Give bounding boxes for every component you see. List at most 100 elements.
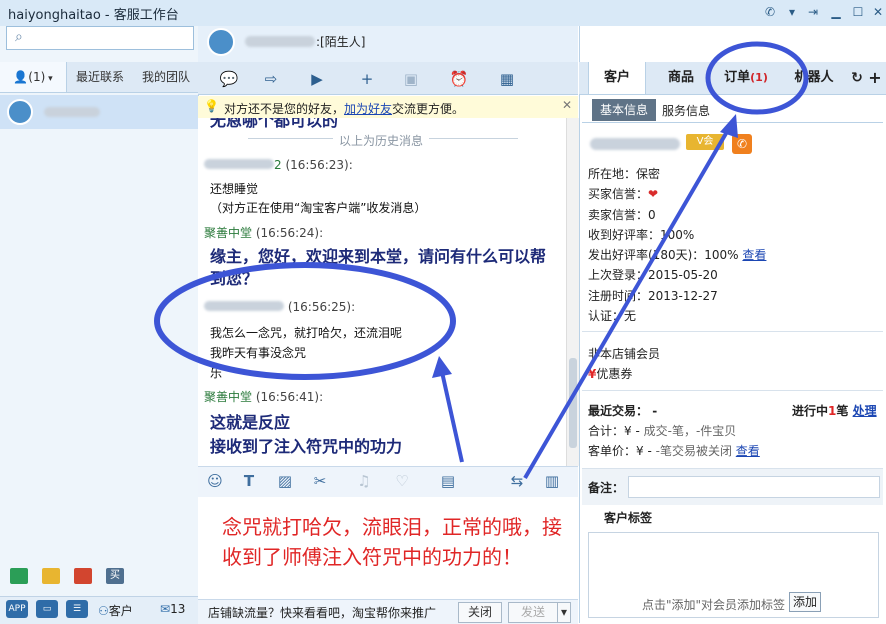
chat-history: 无恩哪个都可以的 以上为历史消息 2 (16:56:23): 还想睡觉 （对方正… <box>198 118 566 466</box>
image-icon[interactable]: ▨ <box>273 470 297 492</box>
customer-button[interactable]: ⚇客户 <box>98 602 133 619</box>
add-icon[interactable]: + <box>868 62 882 94</box>
recent-trade: 最近交易： - <box>588 404 658 418</box>
coupon[interactable]: ¥优惠券 <box>588 365 632 382</box>
tab-orders[interactable]: 订单(1) <box>718 62 774 94</box>
remark-label: 备注： <box>588 481 625 495</box>
phone-icon[interactable]: ✆ <box>732 134 752 154</box>
close-button[interactable]: 关闭 <box>458 602 502 623</box>
chat-avatar[interactable] <box>207 28 235 56</box>
order-badge: (1) <box>750 71 768 84</box>
scroll-thumb[interactable] <box>569 358 577 448</box>
tab-basic-info[interactable]: 基本信息 <box>592 99 656 121</box>
maximize-icon[interactable]: ☐ <box>848 3 868 21</box>
refresh-icon[interactable]: ↻ <box>850 62 864 94</box>
member-status: 非本店铺会员 <box>588 347 661 361</box>
app-icon[interactable]: APP <box>6 600 28 618</box>
info-seller-credit: 卖家信誉：0 <box>588 208 656 222</box>
screen-share-icon[interactable]: ▣ <box>396 68 426 90</box>
tab-robot[interactable]: 机器人 <box>785 62 843 94</box>
sender-name-redacted <box>204 301 284 311</box>
tags-hint: 点击"添加"对会员添加标签 <box>642 598 786 612</box>
chat-bubble-icon[interactable]: 💬 <box>214 68 244 90</box>
sender-line: 2 (16:56:23): <box>204 158 353 172</box>
message-line: 到您？ <box>210 269 259 288</box>
bell-icon[interactable]: ♫ <box>352 470 376 492</box>
calendar-add-icon[interactable]: ▦ <box>492 68 522 90</box>
info-location: 所在地：保密 <box>588 167 661 181</box>
quick-reply-icon[interactable]: ⇆ <box>505 470 529 492</box>
trade-status: 进行中1笔 处理 <box>792 404 877 418</box>
avatar <box>7 99 33 125</box>
promo-text[interactable]: 店铺缺流量？快来看看吧，淘宝帮你来推广 <box>208 604 436 621</box>
partial-message: 无恩哪个都可以的 <box>210 118 339 130</box>
message-line: 接收到了注入符咒中的功力 <box>210 437 403 456</box>
chat-name-redacted <box>245 36 315 47</box>
tags-label: 客户标签 <box>604 511 653 525</box>
heart-icon: ❤ <box>648 187 659 201</box>
vip-badge: V会 <box>686 134 724 150</box>
customer-name-redacted <box>590 138 680 150</box>
send-options-icon[interactable]: ▾ <box>557 602 571 623</box>
minimize-icon[interactable]: ▁ <box>826 3 846 21</box>
tab-service-info[interactable]: 服务信息 <box>662 102 710 119</box>
trade-total: 合计：¥ - 成交-笔，-件宝贝 <box>588 424 737 438</box>
tab-recent[interactable]: 最近联系 <box>68 62 132 92</box>
phone-icon[interactable]: ✆ <box>760 3 780 21</box>
process-link[interactable]: 处理 <box>853 404 877 418</box>
info-verification: 认证：无 <box>588 309 637 323</box>
messages-button[interactable]: ✉13 <box>160 602 185 616</box>
info-register-time: 注册时间：2013-12-27 <box>588 289 718 303</box>
remark-input[interactable] <box>628 476 880 498</box>
folder-icon[interactable] <box>42 568 60 584</box>
user-icon: 👤 <box>13 70 29 84</box>
calculator-icon[interactable]: ▤ <box>436 470 460 492</box>
window-title: haiyonghaitao - 客服工作台 <box>8 8 179 23</box>
close-icon[interactable]: ✕ <box>868 3 886 21</box>
search-input[interactable]: ⌕ <box>6 26 194 50</box>
send-button[interactable]: 发送 <box>508 602 558 623</box>
message-line: 我怎么一念咒，就打哈欠，还流泪呢 <box>210 326 403 340</box>
message-line: 这就是反应 <box>210 413 291 432</box>
transfer-icon[interactable]: ⇨ <box>256 68 286 90</box>
sender-line: (16:56:25): <box>204 300 355 314</box>
annotation-text: 念咒就打哈欠，流眼泪，正常的哦，接收到了师傅注入符咒中的功力的！ <box>222 515 562 569</box>
stranger-tag: :[陌生人] <box>316 35 366 49</box>
info-buyer-credit: 买家信誉：❤ <box>588 187 659 201</box>
add-tag-button[interactable]: 添加 <box>789 592 821 612</box>
tab-team[interactable]: 我的团队 <box>134 62 198 92</box>
info-received-rate: 收到好评率：100% <box>588 228 695 242</box>
friend-notice: 💡 对方还不是您的好友，加为好友交流更方便。 ✕ <box>198 96 578 119</box>
tab-products[interactable]: 商品 <box>655 62 707 94</box>
video-icon[interactable]: ▶ <box>302 68 332 90</box>
info-last-login: 上次登录：2015-05-20 <box>588 268 718 282</box>
heart-icon[interactable]: ♡ <box>390 470 414 492</box>
tab-contacts[interactable]: 👤(1) ▾ <box>0 62 67 92</box>
add-friend-link[interactable]: 加为好友 <box>344 102 392 116</box>
shopping-icon[interactable]: 买 <box>106 568 124 584</box>
alarm-icon[interactable]: ⏰ <box>444 68 474 90</box>
chat-scrollbar[interactable] <box>566 118 579 466</box>
emoji-icon[interactable]: ☺ <box>203 470 227 492</box>
list-icon[interactable]: ☰ <box>66 600 88 618</box>
chevron-down-icon: ▾ <box>45 74 53 84</box>
view-link[interactable]: 查看 <box>742 248 766 262</box>
message-line: 还想睡觉 <box>210 182 259 196</box>
tab-customer[interactable]: 客户 <box>588 62 646 94</box>
contact-name-redacted <box>44 107 100 117</box>
chevron-down-icon[interactable]: ▾ <box>782 3 802 21</box>
font-icon[interactable]: T <box>237 470 261 492</box>
add-user-icon[interactable]: + <box>352 68 382 90</box>
store-icon[interactable] <box>74 568 92 584</box>
document-icon[interactable]: ▥ <box>540 470 564 492</box>
scissors-icon[interactable]: ✂ <box>308 470 332 492</box>
monitor-icon[interactable]: ▭ <box>36 600 58 618</box>
view-closed-link[interactable]: 查看 <box>736 444 760 458</box>
history-divider: 以上为历史消息 <box>333 132 430 149</box>
close-icon[interactable]: ✕ <box>562 98 572 112</box>
pin-icon[interactable]: ⇥ <box>803 3 823 21</box>
search-icon: ⌕ <box>15 29 23 45</box>
message-line: 乐 <box>210 366 223 380</box>
trade-average: 客单价：¥ - -笔交易被关闭 查看 <box>588 444 760 458</box>
shop-icon[interactable] <box>10 568 28 584</box>
